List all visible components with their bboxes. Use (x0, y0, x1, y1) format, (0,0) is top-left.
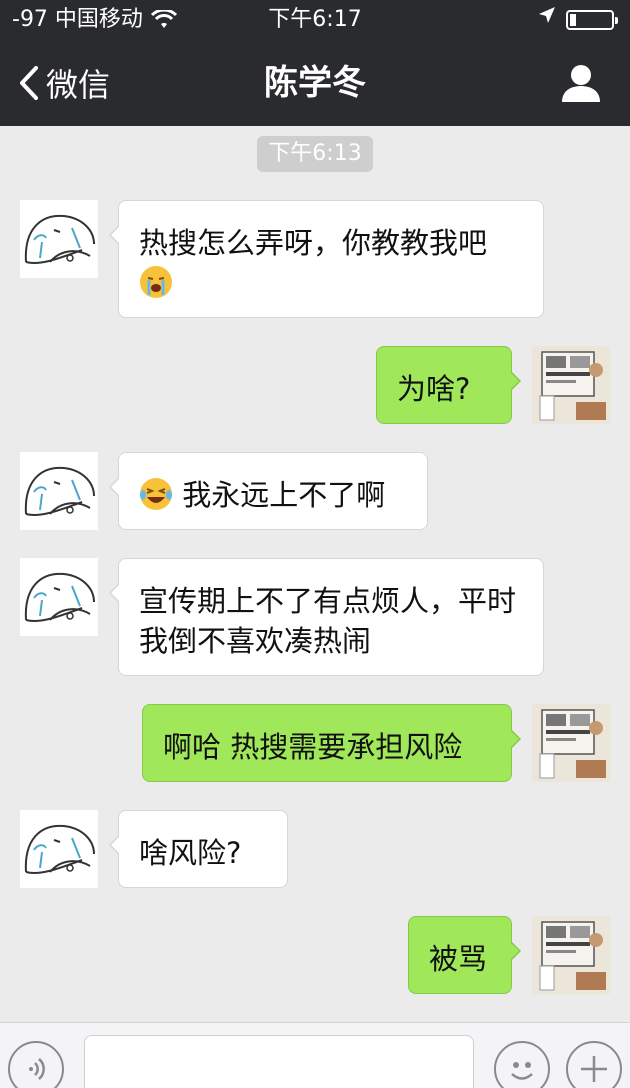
message-text: 为啥? (397, 372, 471, 406)
self-avatar[interactable] (532, 704, 610, 782)
laughing-tears-icon (140, 478, 172, 510)
message-text: 宣传期上不了有点烦人，平时我倒不喜欢凑热闹 (139, 584, 517, 658)
message-text: 被骂 (429, 942, 488, 976)
input-bar (0, 1022, 630, 1088)
chat-area[interactable]: 下午6:13 热搜怎么弄呀，你教教我吧 为啥? 我永远上不了啊 宣传期上不了有点… (0, 126, 630, 1022)
contact-avatar[interactable] (20, 452, 98, 530)
message-bubble-incoming[interactable]: 我永远上不了啊 (109, 452, 428, 530)
message-bubble-incoming[interactable]: 热搜怎么弄呀，你教教我吧 (109, 200, 544, 318)
smiley-icon (511, 1062, 533, 1080)
more-button[interactable] (566, 1041, 622, 1088)
self-avatar[interactable] (532, 346, 610, 424)
status-time: 下午6:17 (268, 7, 362, 32)
status-bar: -97 中国移动 下午6:17 (0, 0, 630, 40)
sketch-character-image (24, 466, 95, 516)
sketch-character-image (24, 214, 95, 264)
message-bubble-outgoing[interactable]: 啊哈 热搜需要承担风险 (142, 704, 521, 782)
message-bubble-outgoing[interactable]: 被骂 (408, 916, 521, 994)
sketch-character-image (24, 572, 95, 622)
photo-avatar-image (532, 916, 610, 994)
photo-avatar-image (532, 704, 610, 782)
voice-icon (29, 1058, 45, 1080)
sketch-character-image (24, 824, 95, 874)
message-bubble-incoming[interactable]: 宣传期上不了有点烦人，平时我倒不喜欢凑热闹 (109, 558, 544, 676)
message-text: 我永远上不了啊 (182, 478, 386, 512)
message-text: 啊哈 热搜需要承担风险 (163, 730, 463, 764)
plus-icon (581, 1056, 607, 1082)
battery-icon (566, 10, 618, 30)
photo-avatar-image (532, 346, 610, 424)
contact-avatar[interactable] (20, 810, 98, 888)
self-avatar[interactable] (532, 916, 610, 994)
crying-face-icon (140, 266, 172, 298)
message-text: 热搜怎么弄呀，你教教我吧 (139, 226, 488, 260)
top-bar: -97 中国移动 下午6:17 微信 陈学冬 (0, 0, 630, 126)
contact-avatar[interactable] (20, 558, 98, 636)
message-bubble-incoming[interactable]: 啥风险? (109, 810, 288, 888)
voice-button[interactable] (8, 1041, 64, 1088)
time-separator: 下午6:13 (257, 136, 373, 172)
message-text: 啥风险? (139, 836, 242, 870)
contact-avatar[interactable] (20, 200, 98, 278)
message-input[interactable] (84, 1035, 474, 1088)
chat-title: 陈学冬 (264, 63, 366, 103)
message-bubble-outgoing[interactable]: 为啥? (376, 346, 521, 424)
profile-icon[interactable] (560, 62, 602, 104)
nav-bar: 微信 陈学冬 (0, 40, 630, 126)
location-arrow-icon (539, 7, 555, 23)
status-right (538, 0, 618, 30)
emoji-button[interactable] (494, 1041, 550, 1088)
